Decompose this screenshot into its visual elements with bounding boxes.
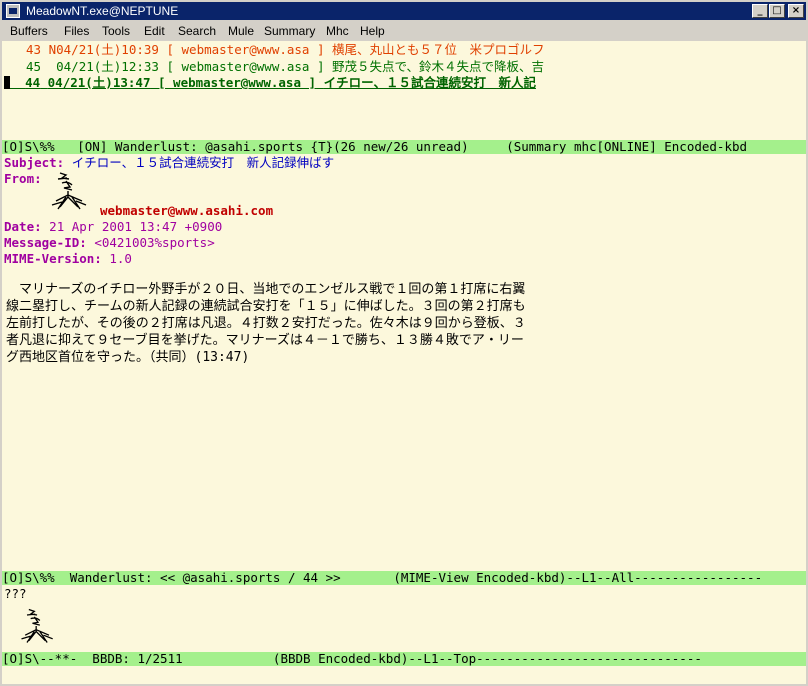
window-title: MeadowNT.exe@NEPTUNE (26, 4, 179, 18)
app-icon (6, 4, 20, 18)
from-address[interactable]: webmaster@www.asahi.com (100, 203, 273, 219)
minimize-button[interactable]: _ (752, 4, 768, 18)
menu-buffers[interactable]: Buffers (10, 24, 48, 38)
bbdb-name: ??? (4, 586, 27, 601)
x-face-icon (51, 172, 87, 210)
message-modeline[interactable]: [O]S\%% Wanderlust: << @asahi.sports / 4… (2, 571, 806, 585)
message-body[interactable]: マリナーズのイチロー外野手が２０日、当地でのエンゼルス戦で１回の第１打席に右翼線… (6, 281, 656, 366)
summary-row-current[interactable]: 44 04/21(土)13:47 [ webmaster@www.asa ] イ… (4, 75, 536, 91)
menu-summary[interactable]: Summary (264, 24, 315, 38)
menu-mhc[interactable]: Mhc (326, 24, 349, 38)
menu-edit[interactable]: Edit (144, 24, 165, 38)
close-button[interactable]: × (788, 4, 804, 18)
meadow-window: MeadowNT.exe@NEPTUNE _ □ × Buffers Files… (0, 0, 808, 686)
summary-modeline[interactable]: [O]S\%% [ON] Wanderlust: @asahi.sports {… (2, 140, 806, 154)
summary-row[interactable]: 45 04/21(土)12:33 [ webmaster@www.asa ] 野… (26, 59, 544, 75)
x-face-icon (21, 608, 53, 643)
summary-row[interactable]: 43 N04/21(土)10:39 [ webmaster@www.asa ] … (26, 42, 545, 58)
menu-tools[interactable]: Tools (102, 24, 130, 38)
from-label: From: (4, 171, 42, 186)
bbdb-modeline[interactable]: [O]S\--**- BBDB: 1/2511 (BBDB Encoded-kb… (2, 652, 806, 666)
menu-files[interactable]: Files (64, 24, 89, 38)
menu-help[interactable]: Help (360, 24, 385, 38)
menu-bar: Buffers Files Tools Edit Search Mule Sum… (2, 21, 806, 40)
menu-search[interactable]: Search (178, 24, 216, 38)
cursor (4, 76, 10, 89)
message-id-header: Message-ID: <0421003%sports> (4, 235, 215, 250)
title-bar: MeadowNT.exe@NEPTUNE _ □ × (2, 2, 806, 20)
menu-mule[interactable]: Mule (228, 24, 254, 38)
mime-version-header: MIME-Version: 1.0 (4, 251, 132, 266)
emacs-frame[interactable]: 43 N04/21(土)10:39 [ webmaster@www.asa ] … (2, 41, 806, 684)
maximize-button[interactable]: □ (769, 4, 785, 18)
date-header: Date: 21 Apr 2001 13:47 +0900 (4, 219, 223, 234)
